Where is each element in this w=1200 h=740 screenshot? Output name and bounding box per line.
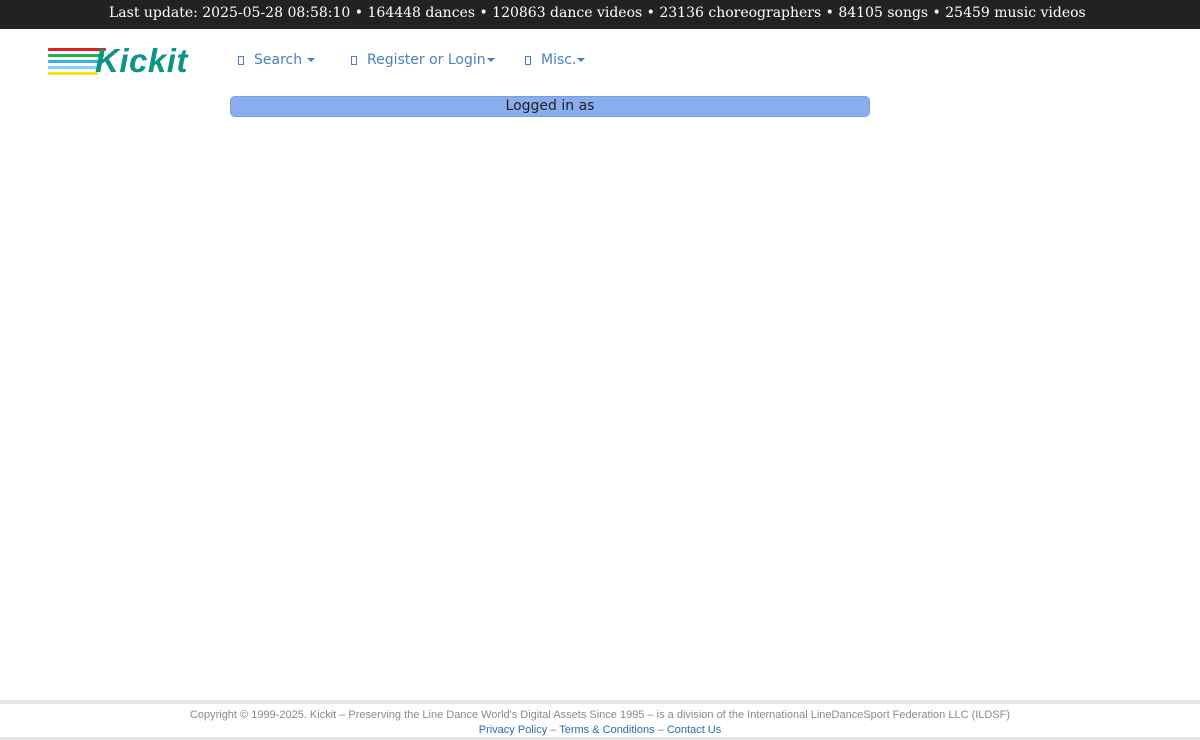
footer-copyright: Copyright © 1999-2025. Kickit – Preservi… — [189, 709, 1011, 721]
nav-misc-label: Misc. — [541, 52, 577, 68]
nav-misc[interactable]: Misc. — [525, 50, 586, 70]
logged-in-text: Logged in as — [505, 98, 595, 114]
stats-bar-text: Last update: 2025-05-28 08:58:10 • 16444… — [109, 5, 1086, 21]
privacy-policy-link[interactable]: Privacy Policy — [479, 724, 547, 736]
nav-search-label: Search — [254, 52, 303, 68]
chevron-down-icon — [486, 58, 495, 62]
logo-wordmark: Kickit — [95, 42, 188, 79]
contact-us-link[interactable]: Contact Us — [667, 724, 721, 736]
footer-separator: – — [547, 724, 560, 736]
logo-stripe-lightblue — [48, 66, 100, 69]
chevron-down-icon — [307, 58, 316, 62]
stats-bar: Last update: 2025-05-28 08:58:10 • 16444… — [0, 0, 1200, 29]
footer-links: Privacy Policy – Terms & Conditions – Co… — [0, 722, 1200, 738]
nav-register-login[interactable]: Register or Login — [351, 50, 495, 70]
terms-conditions-link[interactable]: Terms & Conditions — [559, 724, 654, 736]
nav-register-login-label: Register or Login — [367, 52, 486, 68]
footer-separator: – — [654, 724, 667, 736]
chevron-down-icon — [577, 58, 586, 62]
kickit-logo[interactable]: Kickit — [48, 42, 203, 80]
misc-icon — [525, 55, 531, 65]
footer: Copyright © 1999-2025. Kickit – Preservi… — [0, 700, 1200, 740]
logo-stripe-yellow — [48, 72, 98, 75]
nav-search[interactable]: Search — [238, 50, 316, 70]
search-icon — [238, 55, 244, 65]
logged-in-banner: Logged in as — [230, 96, 870, 117]
logo-stripe-blue — [48, 60, 102, 63]
user-icon — [351, 55, 357, 65]
